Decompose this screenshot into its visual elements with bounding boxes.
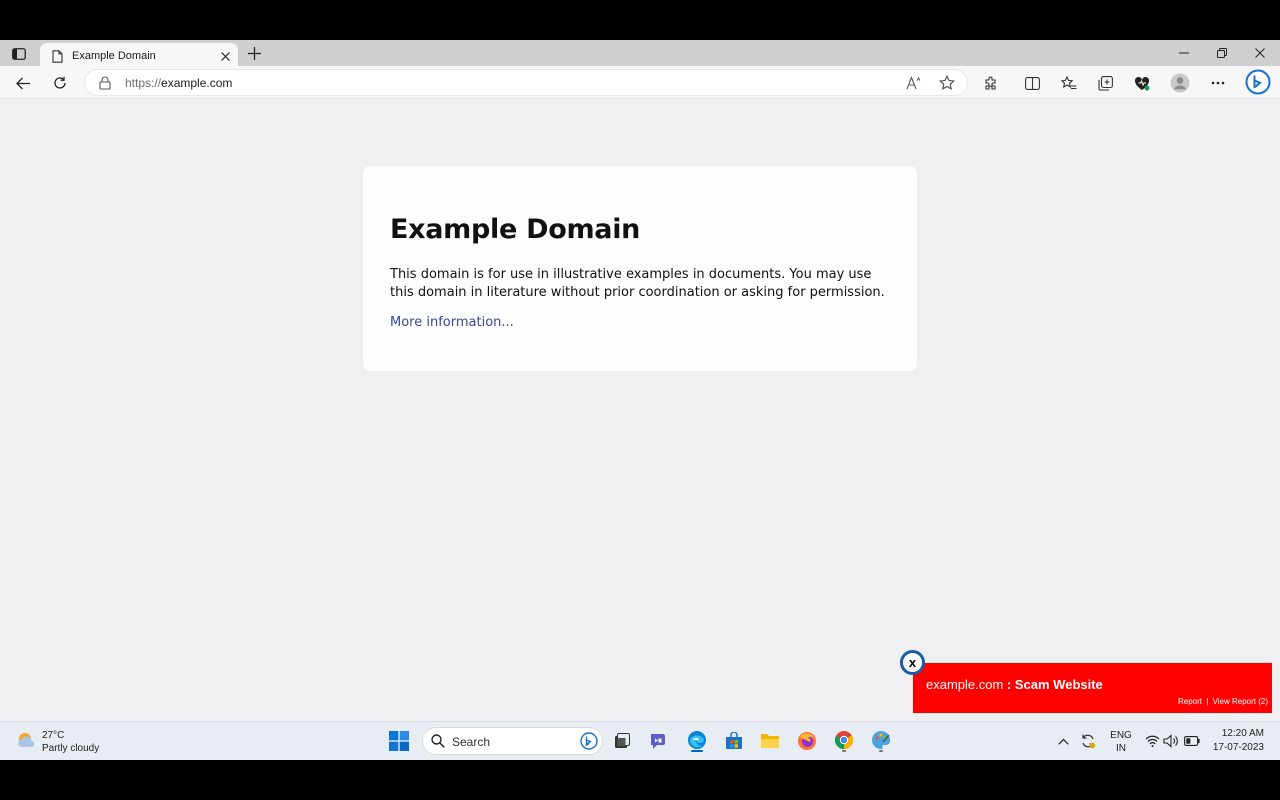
url-protocol: https:// [125, 76, 162, 90]
language-indicator[interactable]: ENG IN [1109, 729, 1133, 755]
address-bar[interactable]: https://example.com [84, 69, 968, 96]
view-report-link[interactable]: View Report (2) [1213, 697, 1268, 706]
teams-icon[interactable] [648, 730, 670, 752]
bing-copilot-icon[interactable] [1245, 69, 1271, 95]
close-icon[interactable] [218, 49, 232, 63]
page-description: This domain is for use in illustrative e… [390, 267, 885, 300]
read-aloud-icon[interactable] [905, 74, 923, 92]
search-placeholder: Search [452, 735, 491, 749]
tab-title: Example Domain [72, 50, 156, 62]
favorites-icon[interactable] [1058, 72, 1080, 94]
search-icon [431, 734, 445, 748]
weather-widget[interactable]: 27°C Partly cloudy [16, 728, 99, 756]
taskbar-search[interactable]: Search [422, 727, 603, 755]
links-separator: | [1206, 697, 1209, 706]
weather-icon [16, 730, 36, 755]
collections-icon[interactable] [1094, 72, 1116, 94]
refresh-icon[interactable] [49, 72, 71, 94]
url-text: https://example.com [125, 76, 232, 90]
scam-links: Report | View Report (2) [1178, 697, 1268, 706]
file-explorer-icon[interactable] [759, 730, 781, 752]
scam-separator: : [1003, 677, 1015, 692]
scam-verdict: Scam Website [1014, 677, 1103, 692]
weather-text: 27°C Partly cloudy [42, 729, 99, 755]
paint-icon[interactable] [870, 727, 892, 753]
windows-taskbar: 27°C Partly cloudy Search ENG IN 12:20 A… [0, 721, 1280, 760]
report-link[interactable]: Report [1178, 697, 1202, 706]
chevron-up-icon[interactable] [1052, 730, 1074, 752]
language-secondary: IN [1116, 743, 1126, 754]
task-view-icon[interactable] [611, 730, 633, 752]
running-app-indicator-2 [879, 750, 883, 752]
page-icon [50, 49, 64, 63]
running-app-indicator [842, 750, 846, 752]
content-card: Example Domain This domain is for use in… [363, 166, 917, 371]
store-icon[interactable] [723, 730, 745, 752]
url-host: example.com [161, 76, 233, 90]
windows-start-icon[interactable] [388, 730, 410, 752]
system-clock[interactable]: 12:20 AM 17-07-2023 [1213, 727, 1264, 755]
language-primary: ENG [1110, 730, 1132, 741]
temperature: 27°C [42, 730, 65, 741]
battery-icon[interactable] [1181, 730, 1203, 752]
clock-date: 17-07-2023 [1212, 742, 1264, 753]
scam-popup-close-button[interactable]: x [900, 650, 925, 675]
lock-icon[interactable] [99, 76, 113, 90]
extensions-icon[interactable] [980, 72, 1002, 94]
favorite-star-icon[interactable] [938, 74, 956, 92]
scam-domain: example.com [926, 677, 1004, 692]
restore-icon[interactable] [1212, 44, 1232, 62]
edge-icon[interactable] [685, 726, 709, 754]
tab-strip: Example Domain [0, 40, 1280, 69]
scam-message: example.com : Scam Website [926, 677, 1103, 692]
browser-toolbar: https://example.com [0, 66, 1280, 99]
close-window-icon[interactable] [1250, 44, 1270, 62]
weather-condition: Partly cloudy [42, 743, 100, 754]
active-app-indicator [691, 750, 703, 752]
volume-icon[interactable] [1160, 730, 1182, 752]
firefox-icon[interactable] [796, 730, 818, 752]
back-icon[interactable] [12, 72, 34, 94]
split-screen-icon[interactable] [1021, 72, 1043, 94]
clock-time: 12:20 AM [1221, 728, 1264, 739]
screen: Example Domain https://example.com Examp… [0, 40, 1280, 760]
chrome-icon[interactable] [833, 727, 855, 753]
browser-essentials-icon[interactable] [1131, 72, 1153, 94]
minimize-icon[interactable] [1174, 44, 1194, 62]
tab-actions-icon[interactable] [8, 45, 30, 63]
page-heading: Example Domain [390, 214, 641, 245]
more-information-link[interactable]: More information... [390, 315, 514, 330]
plus-icon[interactable] [245, 44, 263, 62]
sync-icon[interactable] [1077, 730, 1099, 752]
profile-icon[interactable] [1169, 72, 1191, 94]
scam-warning-popup: example.com : Scam Website Report | View… [913, 663, 1272, 713]
bing-search-icon [580, 732, 598, 750]
more-icon[interactable] [1207, 72, 1229, 94]
